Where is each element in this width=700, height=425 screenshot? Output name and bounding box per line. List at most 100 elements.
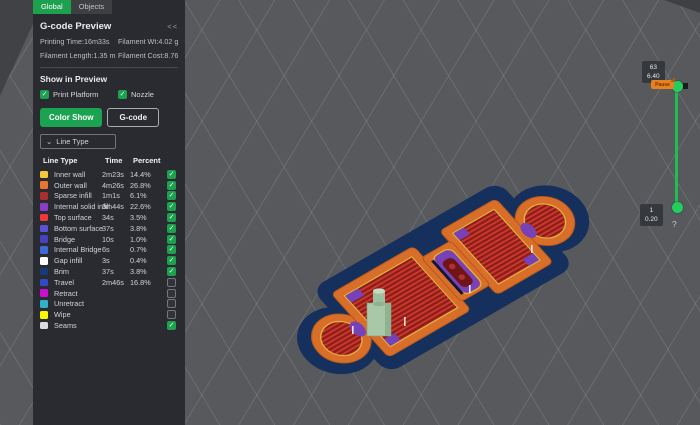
row-visibility-checkbox[interactable]: ✓ [167,245,176,254]
table-row[interactable]: Bottom surface37s3.8%✓ [40,223,178,234]
row-time: 2m46s [102,278,130,287]
line-type-color-swatch [40,225,48,233]
line-type-color-swatch [40,181,48,189]
table-row[interactable]: Inner wall2m23s14.4%✓ [40,169,178,180]
row-time: 10s [102,235,130,244]
row-label: Top surface [54,213,102,222]
row-percent: 26.8% [130,181,164,190]
line-type-color-swatch [40,279,48,287]
badge-fold [670,77,675,82]
row-visibility-checkbox[interactable] [167,278,176,287]
table-row[interactable]: Brim37s3.8%✓ [40,266,178,277]
table-row[interactable]: Bridge10s1.0%✓ [40,234,178,245]
row-percent: 22.6% [130,202,164,211]
row-label: Wipe [54,310,102,319]
tab-objects[interactable]: Objects [71,0,112,14]
row-time: 4m26s [102,181,130,190]
row-visibility-checkbox[interactable]: ✓ [167,235,176,244]
row-time: 6s [102,245,130,254]
tab-global[interactable]: Global [33,0,71,14]
line-type-color-swatch [40,268,48,276]
row-time: 37s [102,267,130,276]
gcode-button[interactable]: G-code [107,108,159,127]
line-type-dropdown-label: Line Type [56,137,88,146]
row-visibility-checkbox[interactable]: ✓ [167,256,176,265]
table-row[interactable]: Internal solid infill3m44s22.6%✓ [40,201,178,212]
line-type-color-swatch [40,192,48,200]
line-type-color-swatch [40,311,48,319]
row-percent: 16.8% [130,278,164,287]
row-percent: 3.8% [130,267,164,276]
print-stats: Printing Time:16m33s Filament Wt:4.02 g … [40,37,178,60]
table-row[interactable]: Retract [40,288,178,299]
color-show-button[interactable]: Color Show [40,108,102,127]
row-time: 3s [102,256,130,265]
row-visibility-checkbox[interactable]: ✓ [167,213,176,222]
divider [40,67,178,68]
row-percent: 3.8% [130,224,164,233]
print-platform-checkbox[interactable]: ✓ [40,90,49,99]
row-time: 34s [102,213,130,222]
row-visibility-checkbox[interactable] [167,289,176,298]
line-type-color-swatch [40,322,48,330]
line-type-color-swatch [40,246,48,254]
line-type-table-header: Line Type Time Percent [40,154,178,169]
table-row[interactable]: Seams ✓ [40,320,178,331]
row-visibility-checkbox[interactable]: ✓ [167,224,176,233]
row-visibility-checkbox[interactable]: ✓ [167,181,176,190]
nozzle-label: Nozzle [131,90,154,99]
row-visibility-checkbox[interactable] [167,299,176,308]
filament-cost: Filament Cost:8.76 [118,51,178,60]
print-platform-label: Print Platform [53,90,98,99]
show-in-preview-title: Show in Preview [40,74,178,84]
row-visibility-checkbox[interactable]: ✓ [167,321,176,330]
row-percent: 1.0% [130,235,164,244]
line-type-color-swatch [40,203,48,211]
row-label: Unretract [54,299,102,308]
row-label: Sparse infill [54,191,102,200]
table-row[interactable]: Sparse infill1m1s6.1%✓ [40,191,178,202]
table-row[interactable]: Unretract [40,299,178,310]
line-type-color-swatch [40,235,48,243]
help-icon[interactable]: ? [672,219,677,229]
row-time: 1m1s [102,191,130,200]
filament-length: Filament Length:1.35 m [40,51,118,60]
line-type-rows: Inner wall2m23s14.4%✓Outer wall4m26s26.8… [40,169,178,331]
row-visibility-checkbox[interactable] [167,310,176,319]
table-row[interactable]: Travel2m46s16.8% [40,277,178,288]
line-type-color-swatch [40,257,48,265]
layer-slider-handle-bottom[interactable] [672,202,683,213]
print-platform-option[interactable]: ✓ Print Platform [40,90,118,99]
layer-tooltip-bottom: 1 0.20 [640,204,663,226]
row-percent: 3.5% [130,213,164,222]
row-visibility-checkbox[interactable]: ✓ [167,267,176,276]
filament-weight: Filament Wt:4.02 g [118,37,178,46]
gcode-preview-panel: Global Objects G-code Preview << Printin… [33,0,185,425]
row-label: Seams [54,321,102,330]
nozzle-option[interactable]: ✓ Nozzle [118,90,178,99]
row-percent: 14.4% [130,170,164,179]
row-percent: 0.4% [130,256,164,265]
table-row[interactable]: Internal Bridge6s0.7%✓ [40,245,178,256]
row-label: Bridge [54,235,102,244]
pause-marker-label: Pause [655,82,670,88]
row-visibility-checkbox[interactable]: ✓ [167,170,176,179]
collapse-panel-icon[interactable]: << [167,22,178,31]
nozzle-checkbox[interactable]: ✓ [118,90,127,99]
viewport-3d[interactable]: 63 6.40 1 0.20 Pause ? Global Objects G-… [0,0,700,425]
layer-number: 63 [647,63,660,72]
layer-number: 1 [645,206,658,215]
pause-marker-badge[interactable]: Pause [651,80,674,89]
layer-height: 0.20 [645,215,658,224]
row-visibility-checkbox[interactable]: ✓ [167,202,176,211]
slider-tick [683,83,688,89]
layer-slider-track[interactable] [675,86,678,207]
panel-tabs: Global Objects [33,0,185,14]
table-row[interactable]: Wipe [40,309,178,320]
table-row[interactable]: Top surface34s3.5%✓ [40,212,178,223]
table-row[interactable]: Outer wall4m26s26.8%✓ [40,180,178,191]
panel-title: G-code Preview [40,21,111,32]
table-row[interactable]: Gap infill3s0.4%✓ [40,255,178,266]
line-type-dropdown[interactable]: ⌄ Line Type [40,134,116,149]
row-visibility-checkbox[interactable]: ✓ [167,191,176,200]
